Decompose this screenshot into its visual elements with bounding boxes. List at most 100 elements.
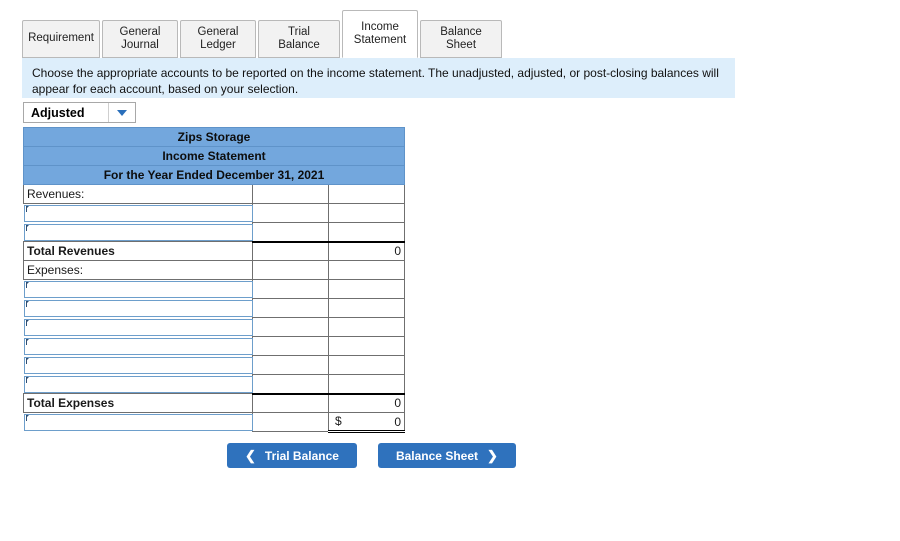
table-row — [23, 355, 405, 375]
revenue-account-input-1[interactable] — [23, 205, 253, 222]
tab-label: General Ledger — [197, 25, 239, 51]
expenses-section-label: Expenses: — [23, 260, 253, 280]
expense-account-input-1[interactable] — [23, 281, 253, 298]
table-row — [23, 279, 405, 299]
expense-account-cell-5[interactable] — [23, 356, 253, 375]
tab-income-statement[interactable]: Income Statement — [342, 10, 418, 58]
empty-cell — [328, 355, 405, 375]
empty-cell — [328, 260, 405, 280]
tab-general-ledger[interactable]: General Ledger — [180, 20, 256, 58]
tab-label: Income Statement — [353, 20, 407, 46]
company-name: Zips Storage — [23, 127, 405, 147]
empty-cell — [252, 260, 329, 280]
empty-cell — [252, 355, 329, 375]
expense-account-input-4[interactable] — [23, 337, 253, 355]
currency-symbol: $ — [335, 414, 342, 428]
empty-cell — [252, 203, 329, 223]
next-balance-sheet-button[interactable]: Balance Sheet ❯ — [377, 443, 516, 468]
total-expenses-label: Total Expenses — [23, 393, 253, 413]
tab-trial-balance[interactable]: Trial Balance — [258, 20, 340, 58]
empty-cell — [252, 392, 329, 413]
empty-cell — [252, 279, 329, 299]
expense-account-cell-3[interactable] — [23, 318, 253, 337]
chevron-down-icon[interactable] — [108, 103, 135, 122]
revenue-account-cell-2[interactable] — [23, 223, 253, 242]
cell-marker-icon — [25, 319, 29, 326]
navigation-buttons: ❮ Trial Balance Balance Sheet ❯ — [227, 443, 516, 468]
chevron-left-icon: ❮ — [245, 448, 256, 463]
cell-marker-icon — [25, 376, 29, 383]
tab-label: Trial Balance — [278, 25, 320, 51]
cell-marker-icon — [25, 224, 29, 231]
expense-account-cell-6[interactable] — [23, 375, 253, 394]
tab-general-journal[interactable]: General Journal — [102, 20, 178, 58]
expense-account-cell-4[interactable] — [23, 337, 253, 356]
table-header-company: Zips Storage — [23, 127, 405, 147]
table-row — [23, 336, 405, 356]
tab-label: Requirement — [28, 32, 94, 45]
total-revenues-label: Total Revenues — [23, 241, 253, 261]
table-row — [23, 374, 405, 394]
cell-marker-icon — [25, 282, 29, 288]
empty-cell — [328, 184, 405, 204]
table-header-period: For the Year Ended December 31, 2021 — [23, 165, 405, 185]
statement-title: Income Statement — [23, 146, 405, 166]
empty-cell — [328, 279, 405, 299]
empty-cell — [252, 336, 329, 356]
balance-type-value: Adjusted — [31, 105, 85, 120]
table-row-total: Total Revenues 0 — [23, 240, 405, 261]
expense-account-input-6[interactable] — [23, 375, 253, 393]
table-row-total: Total Expenses 0 — [23, 392, 405, 413]
total-expenses-value: 0 — [328, 392, 405, 413]
tab-requirement[interactable]: Requirement — [22, 20, 100, 58]
chevron-right-icon: ❯ — [487, 448, 498, 463]
empty-cell — [252, 184, 329, 204]
table-row — [23, 298, 405, 318]
table-row — [23, 222, 405, 242]
expense-account-input-5[interactable] — [23, 356, 253, 374]
prev-button-label: Trial Balance — [264, 448, 339, 463]
total-revenues-value: 0 — [328, 240, 405, 261]
table-row — [23, 203, 405, 223]
cell-marker-icon — [25, 206, 29, 212]
empty-cell — [252, 374, 329, 394]
empty-cell — [328, 336, 405, 356]
tab-balance-sheet[interactable]: Balance Sheet — [420, 20, 502, 58]
empty-cell — [252, 412, 329, 432]
tab-strip: Requirement General Journal General Ledg… — [22, 10, 504, 58]
tab-label: General Journal — [119, 25, 161, 51]
balance-type-select[interactable]: Adjusted — [23, 102, 136, 123]
revenue-account-input-2[interactable] — [23, 223, 253, 241]
revenue-account-cell-1[interactable] — [23, 204, 253, 223]
empty-cell — [328, 298, 405, 318]
net-income-value-cell: $ 0 — [328, 412, 405, 433]
net-income-label-cell[interactable] — [23, 413, 253, 432]
cell-marker-icon — [25, 415, 29, 421]
income-statement-table: Zips Storage Income Statement For the Ye… — [23, 127, 405, 433]
net-income-value: 0 — [394, 414, 401, 429]
table-row: Revenues: — [23, 184, 405, 204]
empty-cell — [328, 374, 405, 394]
expense-account-input-3[interactable] — [23, 318, 253, 336]
cell-marker-icon — [25, 338, 29, 345]
tab-label: Balance Sheet — [440, 25, 482, 51]
net-income-label-input[interactable] — [23, 414, 253, 431]
expense-account-input-2[interactable] — [23, 299, 253, 317]
next-button-label: Balance Sheet — [395, 448, 478, 463]
prev-trial-balance-button[interactable]: ❮ Trial Balance — [227, 443, 357, 468]
revenues-section-label: Revenues: — [23, 184, 253, 204]
expense-account-cell-1[interactable] — [23, 280, 253, 299]
table-header-statement: Income Statement — [23, 146, 405, 166]
table-row-net-income: $ 0 — [23, 412, 405, 433]
empty-cell — [252, 240, 329, 261]
cell-marker-icon — [25, 300, 29, 307]
expense-account-cell-2[interactable] — [23, 299, 253, 318]
empty-cell — [328, 222, 405, 242]
statement-period: For the Year Ended December 31, 2021 — [23, 165, 405, 185]
empty-cell — [252, 317, 329, 337]
table-row: Expenses: — [23, 260, 405, 280]
table-row — [23, 317, 405, 337]
empty-cell — [328, 317, 405, 337]
empty-cell — [252, 298, 329, 318]
empty-cell — [252, 222, 329, 242]
